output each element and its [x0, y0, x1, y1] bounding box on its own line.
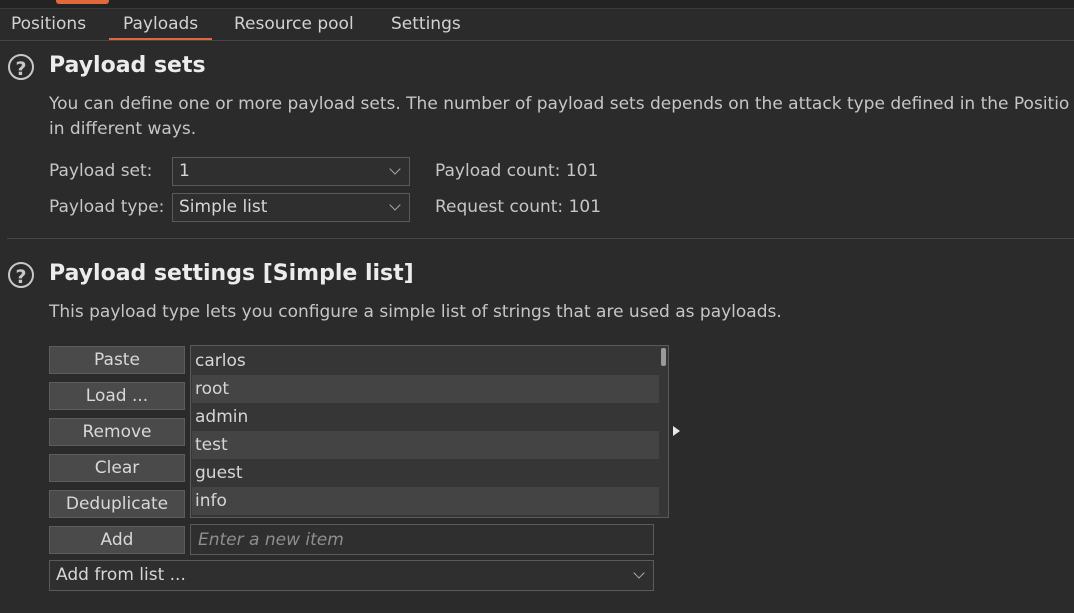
list-item[interactable]: info: [192, 487, 659, 515]
list-item[interactable]: root: [192, 375, 659, 403]
add-from-list-select[interactable]: Add from list ...: [49, 560, 654, 591]
list-item[interactable]: carlos: [192, 347, 659, 375]
paste-button[interactable]: Paste: [49, 346, 185, 374]
tab-bar: Positions Payloads Resource pool Setting…: [0, 9, 1074, 41]
list-item[interactable]: admin: [192, 403, 659, 431]
payload-type-value: Simple list: [179, 197, 268, 217]
remove-button[interactable]: Remove: [49, 418, 185, 446]
tab-settings[interactable]: Settings: [377, 9, 475, 40]
section-divider: [7, 238, 1074, 239]
list-scrollbar[interactable]: [661, 348, 666, 366]
list-item[interactable]: test: [192, 431, 659, 459]
payload-settings-title: Payload settings [Simple list]: [49, 261, 414, 286]
add-from-list-label: Add from list ...: [56, 565, 186, 585]
mouse-pointer-icon: [673, 426, 680, 436]
payload-settings-help-icon[interactable]: ?: [8, 262, 34, 288]
clear-button[interactable]: Clear: [49, 454, 185, 482]
payload-count-label: Payload count: 101: [435, 161, 599, 181]
payload-settings-description: This payload type lets you configure a s…: [49, 302, 782, 322]
payload-set-label: Payload set:: [49, 161, 153, 181]
top-accent-indicator: [56, 0, 109, 4]
payload-type-select[interactable]: Simple list: [172, 193, 410, 222]
chevron-down-icon: [389, 163, 401, 175]
tab-positions[interactable]: Positions: [0, 9, 100, 40]
list-item[interactable]: guest: [192, 459, 659, 487]
deduplicate-button[interactable]: Deduplicate: [49, 490, 185, 518]
tab-payloads[interactable]: Payloads: [109, 9, 213, 40]
payload-list[interactable]: carlos root admin test guest info: [190, 345, 669, 518]
chevron-down-icon: [389, 199, 401, 211]
tab-resource-pool[interactable]: Resource pool: [220, 9, 368, 40]
add-button[interactable]: Add: [49, 526, 185, 554]
payload-count-value: 101: [565, 161, 599, 181]
new-item-input[interactable]: [190, 524, 654, 555]
payload-sets-description-line2: in different ways.: [49, 119, 197, 139]
payload-sets-title: Payload sets: [49, 53, 206, 78]
payload-sets-help-icon[interactable]: ?: [8, 54, 34, 80]
top-strip: [0, 0, 1074, 9]
chevron-down-icon: [633, 567, 645, 579]
request-count-value: 101: [568, 197, 602, 217]
payload-sets-description-line1: You can define one or more payload sets.…: [49, 94, 1070, 114]
payload-set-select[interactable]: 1: [172, 157, 410, 186]
payload-type-label: Payload type:: [49, 197, 165, 217]
request-count-label: Request count: 101: [435, 197, 602, 217]
payload-set-value: 1: [179, 161, 190, 181]
load-button[interactable]: Load ...: [49, 382, 185, 410]
